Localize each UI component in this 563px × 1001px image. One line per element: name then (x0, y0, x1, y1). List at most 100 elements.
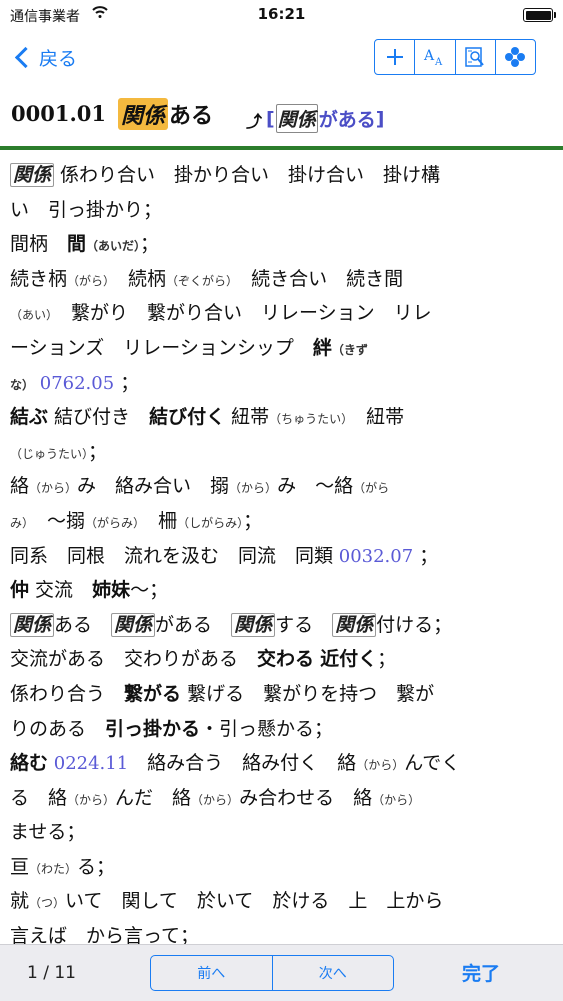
back-label: 戻る (39, 47, 78, 70)
term-box: 関係 (332, 612, 377, 637)
ruby-reading: （きず (331, 342, 368, 357)
clock: 16:21 (257, 5, 306, 23)
ruby-reading: （から） (29, 481, 78, 496)
ruby-reading: （から） (191, 792, 240, 807)
entry-text: 係わり合う (10, 682, 125, 705)
entry-text: ； (243, 509, 263, 532)
entry-text: んだ 絡 (115, 786, 192, 809)
entry-text: んでく (404, 752, 461, 775)
entry-text: ； (88, 440, 108, 463)
entry-text: 結び付き (48, 406, 150, 429)
entry-line: み） ～搦（がらみ） 柵（しがらみ）； (10, 504, 555, 539)
search-doc-icon (465, 47, 484, 67)
entry-text: 柵 (139, 509, 178, 532)
entry-text: ・引っ懸かる； (200, 717, 334, 740)
back-button[interactable]: 戻る (14, 42, 77, 72)
link-bracket-close: ] (375, 107, 385, 130)
entry-line: 絡む 0224.11 絡み合う 絡み付く 絡（から）んでく (10, 746, 555, 781)
toolbar-segment: A A (374, 39, 536, 75)
ruby-reading: （つ） (29, 896, 66, 911)
entry-bold: 近付く (320, 648, 378, 671)
entry-line: （あい） 繋がり 繋がり合い リレーション リレ (10, 296, 555, 331)
entry-body: 関係 係わり合い 掛かり合い 掛け合い 掛け構 い 引っ掛かり； 間柄 間 （あい… (10, 158, 555, 944)
term-rest: ある (169, 104, 214, 129)
svg-text:A: A (434, 57, 443, 68)
font-size-button[interactable]: A A (415, 40, 456, 74)
entry-line: 係わり合う 繋がる 繋げる 繋がりを持つ 繋が (10, 677, 555, 712)
entry-text: 繋がり 繋がり合い リレーション リレ (52, 302, 432, 325)
entry-text: 亘 (10, 855, 30, 878)
svg-text:A: A (423, 48, 435, 64)
entry-text: 間柄 (10, 233, 68, 256)
font-size-icon: A A (423, 48, 443, 68)
entry-text: ； (413, 544, 439, 567)
entry-bold: 繋がる (124, 682, 182, 705)
bottom-toolbar: 1 / 11 前へ 次へ 完了 (0, 944, 563, 1001)
entry-bold: 絆 (312, 336, 332, 359)
ruby-reading: （から） (67, 792, 116, 807)
entry-text: 続き合い 続き間 (232, 267, 404, 290)
entry-text: 交流 (29, 579, 93, 602)
entry-line: 亘（わた）る； (10, 850, 555, 885)
prev-next-segment: 前へ 次へ (150, 955, 394, 991)
link-term-box: 関係 (275, 104, 318, 133)
cross-reference-link[interactable]: 0762.05 (34, 373, 114, 394)
entry-line: な） 0762.05 ； (10, 366, 555, 401)
entry-text: る 絡 (10, 786, 68, 809)
plus-icon (386, 49, 403, 65)
entry-text: ませる； (10, 821, 86, 844)
ruby-reading: な） (10, 377, 35, 392)
entry-number: 0001.01 (11, 101, 106, 126)
entry-bold: 交わる (257, 648, 315, 671)
entry-line: 関係 係わり合い 掛かり合い 掛け合い 掛け構 (10, 158, 555, 193)
entry-line: ーションズ リレーションシップ 絆（きず (10, 331, 555, 366)
ruby-reading: （がらみ） (85, 515, 140, 530)
add-button[interactable] (375, 40, 416, 74)
prev-button[interactable]: 前へ (151, 956, 273, 990)
ruby-reading: み） (10, 515, 29, 530)
entry-line: 言えば から言って； (10, 919, 555, 944)
entry-line: りのある 引っ掛かる・引っ懸かる； (10, 712, 555, 747)
diamond-dots-icon (505, 47, 526, 67)
entry-text: がある (155, 613, 232, 636)
entry-bold: 結び付く (149, 406, 226, 429)
entry-line: 結ぶ 結び付き 結び付く 紐帯（ちゅうたい） 紐帯 (10, 400, 555, 435)
entry-text: 繋げる 繋がりを持つ 繋が (181, 682, 435, 705)
entry-line: ませる； (10, 815, 555, 850)
term-box: 関係 (231, 612, 276, 637)
search-button[interactable] (456, 40, 496, 74)
entry-text: 紐帯 (347, 406, 405, 429)
navigation-bar: 戻る A A (0, 30, 563, 86)
ruby-reading: （あい） (10, 308, 53, 323)
related-link[interactable]: [ 関係 がある ] (266, 104, 384, 133)
ruby-reading: （じゅうたい） (10, 446, 89, 461)
chevron-left-icon (14, 46, 37, 68)
entry-bold: 絡む (10, 752, 49, 775)
entry-text: ～； (130, 579, 169, 602)
menu-button[interactable] (496, 40, 535, 74)
battery-icon (523, 8, 556, 22)
term-highlight: 関係 (118, 98, 169, 130)
entry-text: ； (114, 371, 140, 394)
entry-text: 絡み合う 絡み付く 絡 (128, 752, 357, 775)
term-box: 関係 (111, 612, 156, 637)
cross-reference-link[interactable]: 0032.07 (333, 546, 413, 567)
entry-bold: 間 (67, 233, 87, 256)
entry-line: い 引っ掛かり； (10, 193, 555, 228)
page-indicator: 1 / 11 (27, 963, 76, 983)
entry-text: 同系 同根 流れを汲む 同流 同類 (10, 544, 334, 567)
entry-text: み 絡み合い 搦 (77, 475, 230, 498)
ruby-reading: （しがらみ） (177, 515, 244, 530)
entry-text: 続柄 (109, 267, 167, 290)
link-bracket-open: [ (266, 107, 275, 130)
ruby-reading: （がら (353, 481, 390, 496)
cross-reference-link[interactable]: 0224.11 (48, 753, 128, 774)
ruby-reading: （ちゅうたい） (269, 412, 348, 427)
done-button[interactable]: 完了 (462, 959, 500, 986)
entry-text: 付ける； (376, 613, 453, 636)
entry-bold: 姉妹 (92, 579, 131, 602)
next-button[interactable]: 次へ (273, 956, 394, 990)
entry-line: 同系 同根 流れを汲む 同流 同類 0032.07 ； (10, 539, 555, 574)
entry-bold: 引っ掛かる (105, 717, 201, 740)
heading-divider (0, 146, 563, 150)
